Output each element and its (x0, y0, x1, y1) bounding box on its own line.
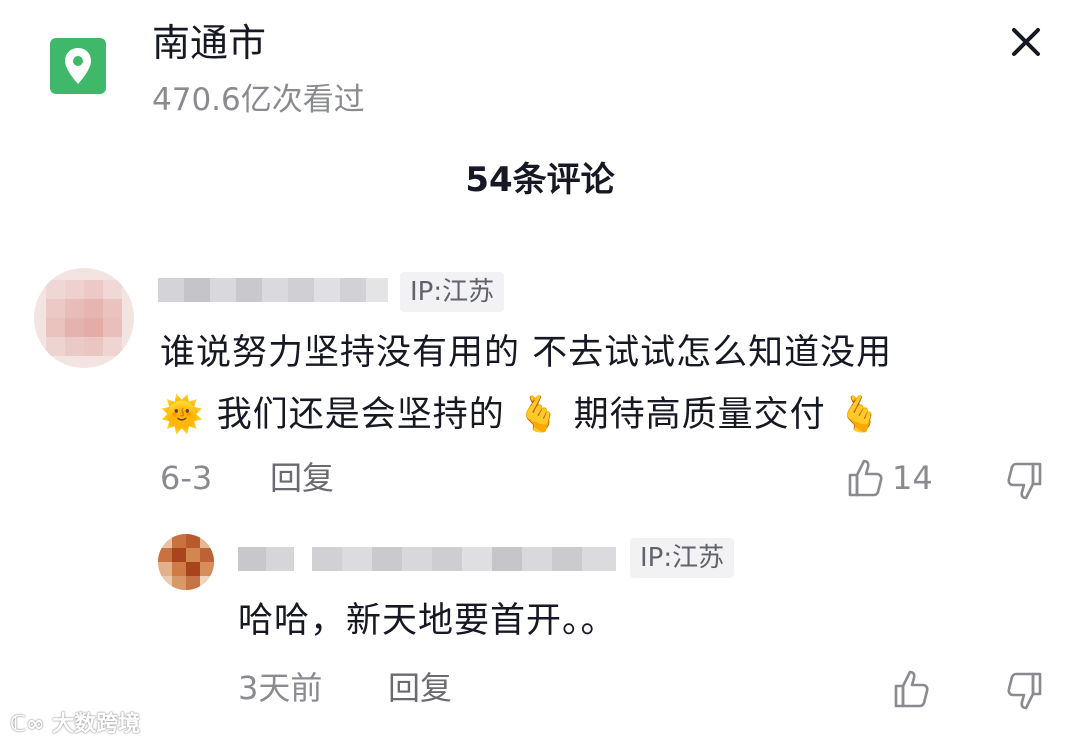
comment-text-line-1: 谁说努力坚持没有用的 不去试试怎么知道没用 (160, 333, 893, 373)
like-count: 14 (892, 459, 933, 497)
reply-username-blurred[interactable] (238, 539, 618, 579)
reply-reply-button[interactable]: 回复 (388, 666, 452, 710)
thumbs-up-icon (894, 670, 929, 708)
view-count: 470.6亿次看过 (152, 82, 365, 118)
comment-count-title: 54条评论 (465, 160, 615, 200)
comment-text-line-2: 🌞 我们还是会坚持的 🫰 期待高质量交付 🫰 (160, 384, 1060, 446)
watermark-logo-icon: ℂ∞ (10, 712, 45, 737)
reply-date: 3天前 (238, 669, 323, 707)
watermark-text: 大数跨境 (52, 712, 141, 737)
like-button[interactable] (846, 457, 886, 499)
comment-text-part: 期待高质量交付 (573, 395, 826, 435)
avatar[interactable] (34, 268, 134, 368)
reply-ip-location-badge: IP:江苏 (630, 538, 735, 578)
location-title[interactable]: 南通市 (152, 18, 266, 68)
heart-hands-emoji-icon: 🫰 (516, 395, 562, 435)
thumbs-down-icon (1007, 672, 1042, 710)
reply-avatar[interactable] (158, 534, 214, 590)
thumbs-up-icon (848, 459, 883, 497)
reply-like-button[interactable] (892, 668, 932, 710)
sun-emoji-icon: 🌞 (160, 395, 205, 435)
dislike-button[interactable] (1004, 460, 1044, 502)
username-blurred[interactable] (158, 270, 388, 310)
reply-text: 哈哈，新天地要首开。。 (238, 601, 617, 641)
reply-dislike-button[interactable] (1004, 670, 1044, 712)
thumbs-down-icon (1007, 462, 1042, 500)
location-pin-icon (50, 38, 106, 94)
ip-location-badge: IP:江苏 (400, 272, 505, 312)
close-icon (1012, 28, 1040, 56)
comment-date: 6-3 (160, 459, 213, 497)
heart-hands-emoji-icon: 🫰 (837, 395, 883, 435)
watermark: ℂ∞ 大数跨境 (10, 708, 140, 742)
comment-text: 谁说努力坚持没有用的 不去试试怎么知道没用 🌞 我们还是会坚持的 🫰 期待高质量… (160, 322, 1060, 446)
close-button[interactable] (1000, 16, 1052, 68)
comment-text-part: 我们还是会坚持的 (216, 395, 505, 435)
reply-button[interactable]: 回复 (270, 456, 334, 500)
